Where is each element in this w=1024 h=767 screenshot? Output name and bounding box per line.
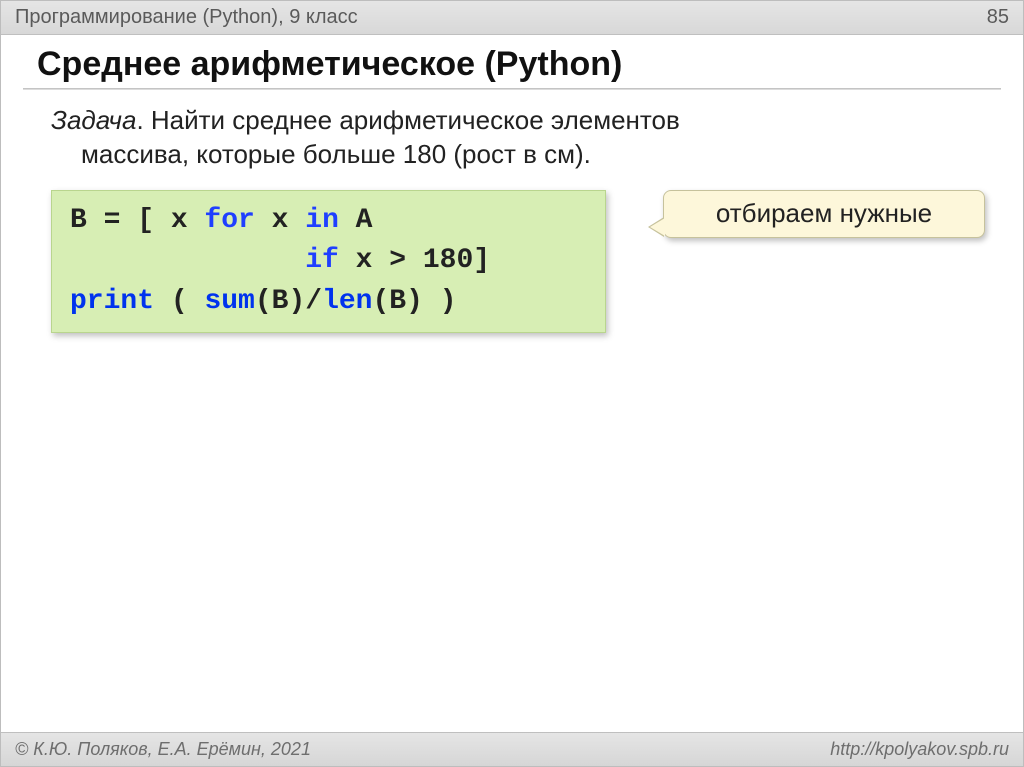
code-l3-c: (B) )	[373, 286, 457, 317]
kw-print: print	[70, 286, 154, 317]
kw-for: for	[204, 205, 254, 236]
code-l1-a: B = [ x	[70, 205, 204, 236]
code-l1-b: x	[255, 205, 305, 236]
callout-text: отбираем нужные	[716, 198, 932, 229]
kw-len: len	[322, 286, 372, 317]
code-l3-a: (	[154, 286, 204, 317]
kw-sum: sum	[204, 286, 254, 317]
kw-if: if	[305, 245, 339, 276]
task-text: Задача. Найти среднее арифметическое эле…	[1, 98, 1023, 184]
footer: © К.Ю. Поляков, Е.А. Ерёмин, 2021 http:/…	[1, 732, 1023, 766]
task-label: Задача	[51, 105, 136, 135]
task-line2: массива, которые больше 180 (рост в см).	[51, 138, 973, 172]
code-area: B = [ x for x in A if x > 180] print ( s…	[51, 190, 973, 334]
code-l1-c: A	[339, 205, 373, 236]
subject-label: Программирование (Python), 9 класс	[15, 6, 358, 29]
code-l3-b: (B)/	[255, 286, 322, 317]
page-number: 85	[987, 6, 1009, 29]
code-l2-a	[70, 245, 305, 276]
callout: отбираем нужные	[663, 190, 985, 238]
slide: Программирование (Python), 9 класс 85 Ср…	[0, 0, 1024, 767]
topbar: Программирование (Python), 9 класс 85	[1, 1, 1023, 35]
code-l2-b: x > 180]	[339, 245, 490, 276]
kw-in: in	[305, 205, 339, 236]
page-title: Среднее арифметическое (Python)	[1, 35, 1023, 88]
task-line1: . Найти среднее арифметическое элементов	[136, 105, 679, 135]
footer-left: © К.Ю. Поляков, Е.А. Ерёмин, 2021	[15, 739, 311, 760]
title-rule	[23, 88, 1001, 90]
footer-right: http://kpolyakov.spb.ru	[830, 739, 1009, 760]
code-box: B = [ x for x in A if x > 180] print ( s…	[51, 190, 606, 334]
